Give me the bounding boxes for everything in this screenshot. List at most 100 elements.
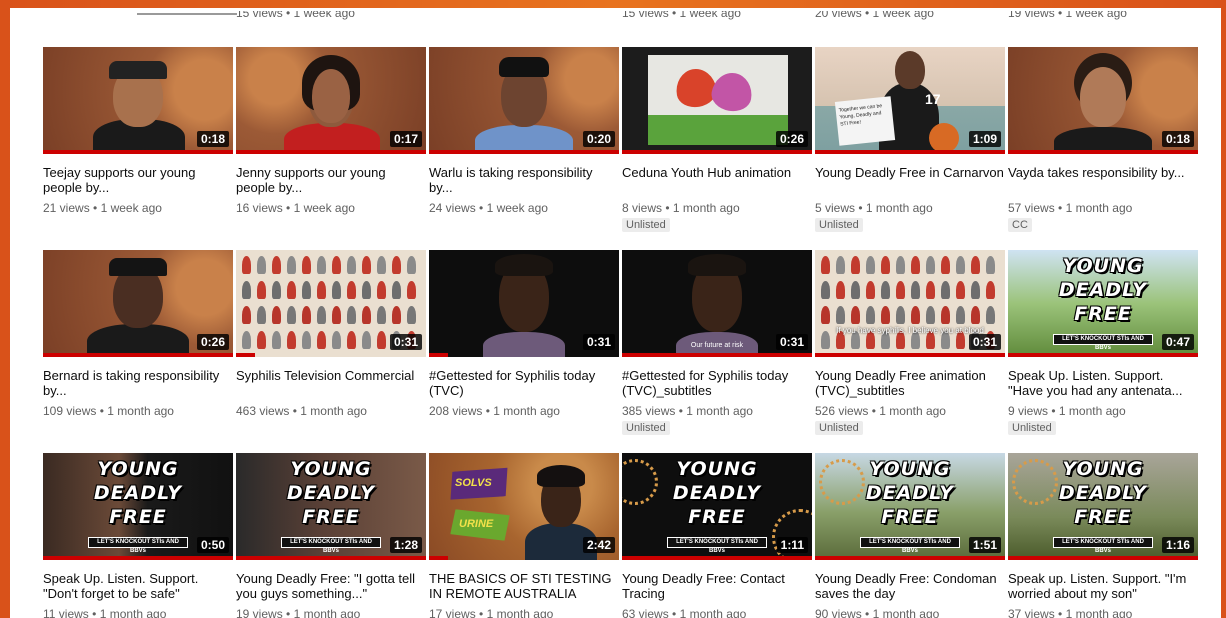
video-card[interactable]: 0:31 #Gettested for Syphilis today (TVC)… <box>429 250 619 418</box>
video-title[interactable]: Young Deadly Free: "I gotta tell you guy… <box>236 571 426 601</box>
video-title[interactable]: Young Deadly Free: Contact Tracing <box>622 571 812 601</box>
watch-progress <box>429 353 448 357</box>
video-thumbnail[interactable]: YOUNG DEADLY FREE LET'S KNOCKOUT STIs AND B… <box>1008 250 1198 357</box>
video-title[interactable]: Teejay supports our young people by... <box>43 165 233 195</box>
video-meta: 19 views • 1 week ago <box>1008 11 1127 20</box>
video-title[interactable]: #Gettested for Syphilis today (TVC) <box>429 368 619 398</box>
video-card[interactable]: YOUNG DEADLY FREE LET'S KNOCKOUT STIs AND B… <box>236 453 426 618</box>
video-thumbnail[interactable]: Our future at risk 0:31 <box>622 250 812 357</box>
ydf-logo-line: FREE <box>109 506 167 528</box>
video-card[interactable]: YOUNG DEADLY FREE LET'S KNOCKOUT STIs AND B… <box>815 453 1005 618</box>
duration-badge: 0:20 <box>582 131 615 147</box>
figure-icon <box>242 331 251 349</box>
video-card[interactable]: Our future at risk 0:31 #Gettested for S… <box>622 250 812 436</box>
figure-icon <box>881 256 890 274</box>
video-card[interactable]: 0:17 Jenny supports our young people by.… <box>236 47 426 215</box>
video-title[interactable]: Bernard is taking responsibility by... <box>43 368 233 398</box>
watch-progress <box>43 556 233 560</box>
cc-badge: CC <box>1008 218 1032 232</box>
figure-icon <box>257 281 266 299</box>
video-thumbnail[interactable]: 0:31 <box>429 250 619 357</box>
video-thumbnail[interactable]: 0:17 <box>236 47 426 154</box>
video-title[interactable]: Young Deadly Free animation (TVC)_subtit… <box>815 368 1005 398</box>
figure-icon <box>971 256 980 274</box>
video-thumbnail[interactable]: YOUNG DEADLY FREE LET'S KNOCKOUT STIs AND B… <box>622 453 812 560</box>
video-thumbnail[interactable]: YOUNG DEADLY FREE LET'S KNOCKOUT STIs AND B… <box>236 453 426 560</box>
video-title[interactable]: Speak up. Listen. Support. "I'm worried … <box>1008 571 1198 601</box>
video-card[interactable]: YOUNG DEADLY FREE LET'S KNOCKOUT STIs AND B… <box>43 453 233 618</box>
video-title[interactable]: Young Deadly Free: Condoman saves the da… <box>815 571 1005 601</box>
figure-icon <box>257 331 266 349</box>
figure-icon <box>332 256 341 274</box>
video-meta: 57 views • 1 month ago <box>1008 201 1133 215</box>
video-thumbnail[interactable]: Together we can be Young, Deadly and STI… <box>815 47 1005 154</box>
duration-badge: 1:11 <box>776 537 808 553</box>
video-title[interactable]: #Gettested for Syphilis today (TVC)_subt… <box>622 368 812 398</box>
figure-icon <box>986 256 995 274</box>
figure-icon <box>242 306 251 324</box>
figure-icon <box>851 306 860 324</box>
figure-icon <box>317 331 326 349</box>
duration-badge: 1:16 <box>1161 537 1194 553</box>
video-meta: 37 views • 1 month ago <box>1008 607 1133 618</box>
video-thumbnail[interactable]: YOUNG DEADLY FREE LET'S KNOCKOUT STIs AND B… <box>1008 453 1198 560</box>
video-thumbnail[interactable]: 0:18 <box>1008 47 1198 154</box>
video-title[interactable]: THE BASICS OF STI TESTING IN REMOTE AUST… <box>429 571 619 601</box>
video-title[interactable]: Ceduna Youth Hub animation <box>622 165 812 195</box>
ydf-logo-line: YOUNG <box>1062 255 1144 277</box>
video-thumbnail[interactable]: 0:20 <box>429 47 619 154</box>
video-title[interactable]: Speak Up. Listen. Support. "Have you had… <box>1008 368 1198 398</box>
video-card[interactable]: 0:26 Bernard is taking responsibility by… <box>43 250 233 418</box>
video-title[interactable]: Jenny supports our young people by... <box>236 165 426 195</box>
video-thumbnail[interactable]: SOLVS URINE 2:42 <box>429 453 619 560</box>
video-card[interactable]: 0:18 Vayda takes responsibility by... 57… <box>1008 47 1198 233</box>
figure-icon <box>332 331 341 349</box>
video-thumbnail[interactable]: If you have syphilis, I believe you at b… <box>815 250 1005 357</box>
video-grid-panel: 15 views • 1 week ago 15 views • 1 week … <box>10 8 1221 618</box>
ydf-logo-text: YOUNG DEADLY FREE <box>236 457 426 529</box>
video-card[interactable]: YOUNG DEADLY FREE LET'S KNOCKOUT STIs AND B… <box>622 453 812 618</box>
figure-icon <box>392 256 401 274</box>
video-card[interactable]: YOUNG DEADLY FREE LET'S KNOCKOUT STIs AND B… <box>1008 453 1198 618</box>
video-card[interactable]: 0:31 Syphilis Television Commercial 463 … <box>236 250 426 418</box>
video-thumbnail[interactable]: 0:26 <box>43 250 233 357</box>
video-card[interactable]: 0:20 Warlu is taking responsibility by..… <box>429 47 619 215</box>
video-title[interactable]: Young Deadly Free in Carnarvon <box>815 165 1005 195</box>
video-thumbnail[interactable]: YOUNG DEADLY FREE LET'S KNOCKOUT STIs AND B… <box>43 453 233 560</box>
figure-icon <box>836 256 845 274</box>
figure-icon <box>377 331 386 349</box>
video-card[interactable]: YOUNG DEADLY FREE LET'S KNOCKOUT STIs AND B… <box>1008 250 1198 436</box>
figure-icon <box>971 281 980 299</box>
figure-icon <box>377 306 386 324</box>
figure-icon <box>272 256 281 274</box>
ydf-logo-text: YOUNG DEADLY FREE <box>1008 254 1198 326</box>
figure-icon <box>851 281 860 299</box>
ydf-logo-text: YOUNG DEADLY FREE <box>815 457 1005 529</box>
video-title[interactable]: Warlu is taking responsibility by... <box>429 165 619 195</box>
video-card[interactable]: 0:18 Teejay supports our young people by… <box>43 47 233 215</box>
ydf-logo-line: YOUNG <box>290 458 372 480</box>
ydf-logo-line: YOUNG <box>1062 458 1144 480</box>
video-thumbnail[interactable]: 0:31 <box>236 250 426 357</box>
video-title[interactable]: Vayda takes responsibility by... <box>1008 165 1198 195</box>
figure-icon <box>272 306 281 324</box>
video-meta: 63 views • 1 month ago <box>622 607 747 618</box>
duration-badge: 2:42 <box>582 537 615 553</box>
figure-icon <box>392 306 401 324</box>
figure-icon <box>896 306 905 324</box>
video-title[interactable]: Syphilis Television Commercial <box>236 368 426 398</box>
video-title[interactable]: Speak Up. Listen. Support. "Don't forget… <box>43 571 233 601</box>
figure-icon <box>362 281 371 299</box>
figure-icon <box>287 331 296 349</box>
video-thumbnail[interactable]: YOUNG DEADLY FREE LET'S KNOCKOUT STIs AND B… <box>815 453 1005 560</box>
video-thumbnail[interactable]: 0:18 <box>43 47 233 154</box>
video-card[interactable]: Together we can be Young, Deadly and STI… <box>815 47 1005 233</box>
video-card[interactable]: 0:26 Ceduna Youth Hub animation 8 views … <box>622 47 812 233</box>
figure-icon <box>866 256 875 274</box>
visibility-badge: Unlisted <box>815 218 863 232</box>
figure-icon <box>911 306 920 324</box>
figure-icon <box>362 306 371 324</box>
video-thumbnail[interactable]: 0:26 <box>622 47 812 154</box>
video-card[interactable]: SOLVS URINE 2:42 THE BASICS OF STI TESTI… <box>429 453 619 618</box>
video-card[interactable]: If you have syphilis, I believe you at b… <box>815 250 1005 436</box>
